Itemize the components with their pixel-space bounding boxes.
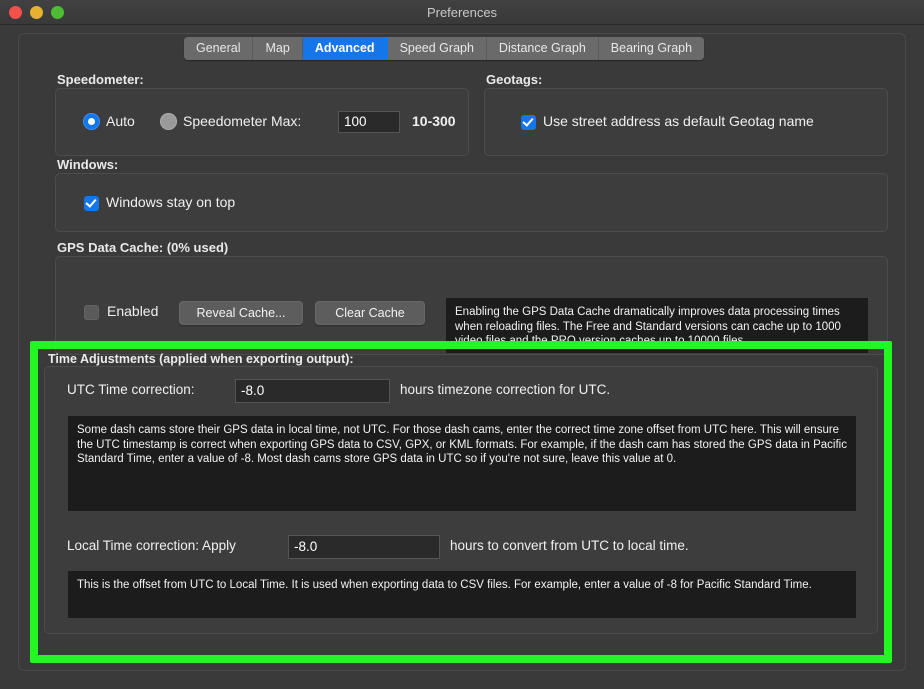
gps-cache-group-label: GPS Data Cache: (0% used) [57, 240, 228, 255]
geotag-street-address-checkbox[interactable] [521, 115, 536, 130]
speedometer-auto-label: Auto [106, 113, 135, 129]
tab-distance-graph[interactable]: Distance Graph [487, 37, 599, 60]
speedometer-max-input[interactable]: 100 [338, 111, 400, 133]
tab-map[interactable]: Map [253, 37, 302, 60]
reveal-cache-button[interactable]: Reveal Cache... [179, 301, 303, 325]
tab-general[interactable]: General [184, 37, 253, 60]
local-time-correction-suffix: hours to convert from UTC to local time. [450, 538, 689, 553]
preferences-window: Preferences Speedometer: Auto Speedomete… [0, 0, 924, 689]
time-adjustments-group-box: UTC Time correction: -8.0 hours timezone… [44, 366, 878, 634]
windows-stay-on-top-label: Windows stay on top [106, 194, 235, 210]
tab-speed-graph[interactable]: Speed Graph [388, 37, 487, 60]
utc-time-correction-label: UTC Time correction: [67, 382, 195, 397]
speedometer-max-radio[interactable] [160, 113, 177, 130]
speedometer-range-hint: 10-300 [412, 113, 456, 129]
window-titlebar: Preferences [0, 0, 924, 25]
geotag-street-address-label: Use street address as default Geotag nam… [543, 113, 814, 129]
speedometer-auto-radio[interactable] [83, 113, 100, 130]
speedometer-group-label: Speedometer: [57, 72, 144, 87]
geotags-group-label: Geotags: [486, 72, 542, 87]
local-time-correction-label: Local Time correction: Apply [67, 538, 236, 553]
gps-cache-enabled-checkbox[interactable] [84, 305, 99, 320]
gps-cache-info-text: Enabling the GPS Data Cache dramatically… [445, 297, 869, 354]
tab-advanced[interactable]: Advanced [303, 37, 388, 60]
utc-time-correction-info-text: Some dash cams store their GPS data in l… [67, 415, 857, 512]
windows-group-box: Windows stay on top [55, 173, 888, 232]
windows-group-label: Windows: [57, 157, 118, 172]
local-time-correction-info-text: This is the offset from UTC to Local Tim… [67, 570, 857, 619]
geotags-group-box: Use street address as default Geotag nam… [484, 88, 888, 156]
utc-time-correction-input[interactable]: -8.0 [235, 379, 390, 403]
speedometer-group-box: Auto Speedometer Max: 100 10-300 [55, 88, 469, 156]
clear-cache-button[interactable]: Clear Cache [315, 301, 425, 325]
utc-time-correction-suffix: hours timezone correction for UTC. [400, 382, 610, 397]
local-time-correction-input[interactable]: -8.0 [288, 535, 440, 559]
gps-cache-enabled-label: Enabled [107, 303, 158, 319]
preferences-tabbar: General Map Advanced Speed Graph Distanc… [184, 37, 704, 60]
window-title: Preferences [0, 0, 924, 25]
windows-stay-on-top-checkbox[interactable] [84, 196, 99, 211]
tab-bearing-graph[interactable]: Bearing Graph [599, 37, 704, 60]
gps-cache-group-box: Enabled Reveal Cache... Clear Cache Enab… [55, 256, 888, 355]
speedometer-max-label: Speedometer Max: [183, 113, 301, 129]
time-adjustments-group-label: Time Adjustments (applied when exporting… [48, 352, 354, 366]
